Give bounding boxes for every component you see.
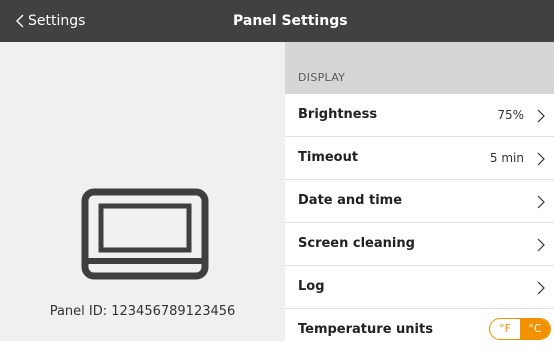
settings-list: DISPLAY Brightness 75% Timeout 5 min Dat…	[285, 42, 554, 351]
chevron-right-icon	[537, 194, 545, 213]
timeout-value: 5 min	[489, 151, 524, 165]
section-label: DISPLAY	[298, 71, 346, 84]
page-title: Panel Settings	[233, 13, 348, 29]
chevron-right-icon	[537, 237, 545, 256]
brightness-row[interactable]: Brightness 75%	[285, 94, 554, 137]
log-label: Log	[298, 279, 325, 294]
chevron-right-icon	[537, 108, 545, 127]
timeout-label: Timeout	[298, 150, 359, 165]
panel-id-label: Panel ID: 123456789123456	[49, 304, 236, 319]
section-header-display: DISPLAY	[285, 42, 554, 94]
fahrenheit-option[interactable]: °F	[490, 319, 520, 339]
chevron-right-icon	[537, 280, 545, 299]
temperature-units-row: Temperature units °F °C	[285, 309, 554, 351]
screen-cleaning-label: Screen cleaning	[298, 236, 415, 251]
timeout-row[interactable]: Timeout 5 min	[285, 137, 554, 180]
back-button-label: Settings	[28, 13, 86, 29]
temperature-unit-toggle[interactable]: °F °C	[489, 318, 551, 340]
temperature-units-label: Temperature units	[298, 322, 433, 337]
chevron-right-icon	[537, 151, 545, 170]
brightness-label: Brightness	[298, 107, 378, 122]
celsius-option[interactable]: °C	[520, 319, 550, 339]
screen-cleaning-row[interactable]: Screen cleaning	[285, 223, 554, 266]
date-and-time-label: Date and time	[298, 193, 403, 208]
chevron-left-icon	[16, 14, 24, 28]
panel-info-pane: Panel ID: 123456789123456	[0, 42, 285, 341]
log-row[interactable]: Log	[285, 266, 554, 309]
back-button[interactable]: Settings	[16, 0, 85, 42]
brightness-value: 75%	[497, 108, 524, 122]
top-bar: Settings Panel Settings	[0, 0, 554, 42]
panel-device-icon	[81, 188, 209, 284]
date-and-time-row[interactable]: Date and time	[285, 180, 554, 223]
